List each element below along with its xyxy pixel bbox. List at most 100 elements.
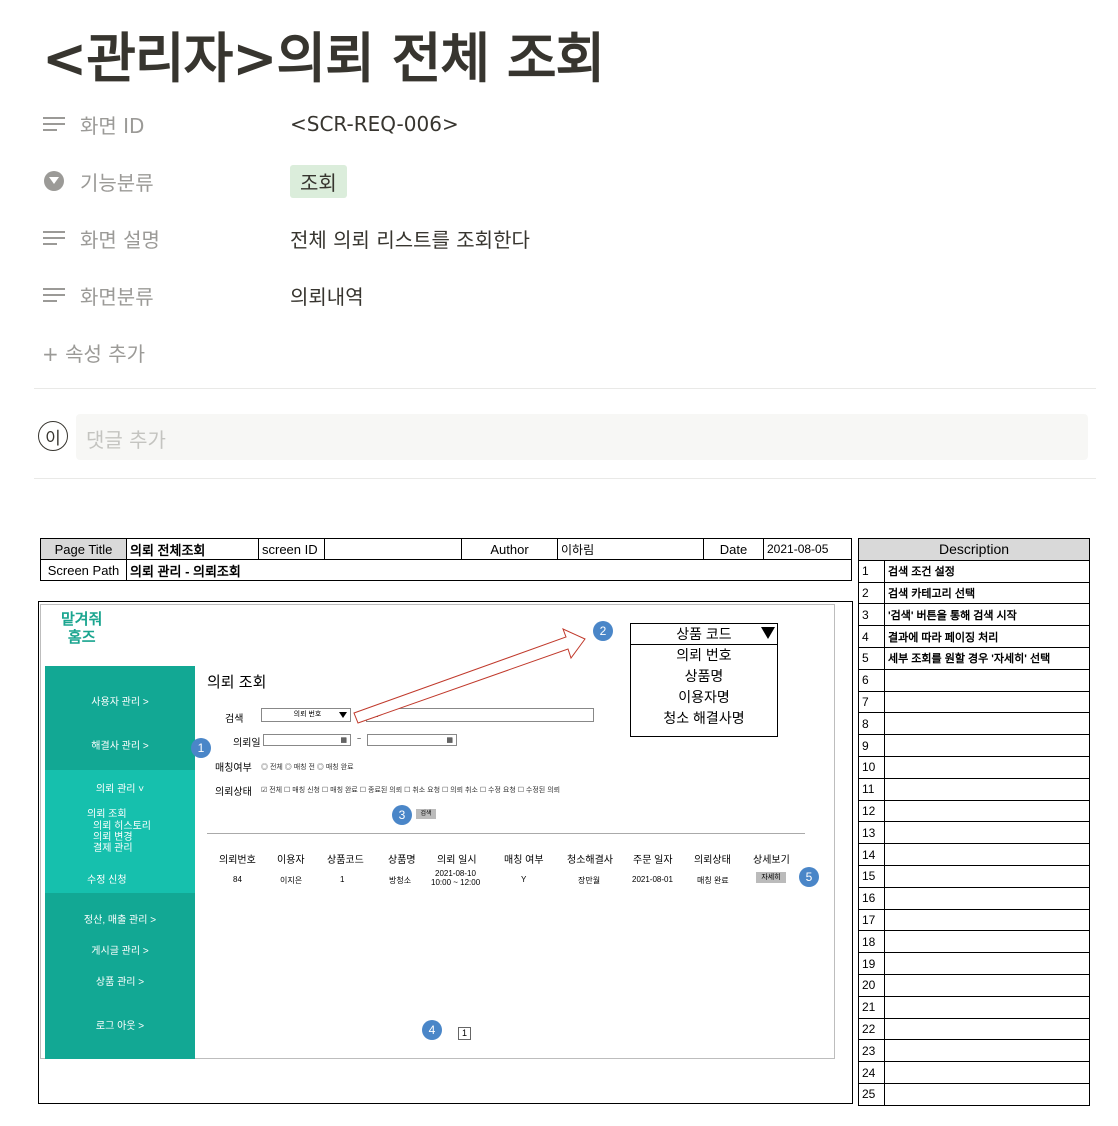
screen-path-label: Screen Path bbox=[40, 559, 127, 581]
search-category-select[interactable]: 의뢰 번호 bbox=[261, 708, 351, 722]
description-row: 25 bbox=[858, 1082, 1090, 1106]
description-text bbox=[884, 690, 1090, 714]
dropdown-option[interactable]: 의뢰 번호 bbox=[631, 645, 777, 666]
column-header: 이용자 bbox=[277, 855, 305, 866]
description-text bbox=[884, 995, 1090, 1019]
add-property-button[interactable]: + 속성 추가 bbox=[42, 334, 145, 370]
screen-id-value bbox=[324, 538, 462, 560]
column-header: 의뢰 일시 bbox=[437, 855, 477, 866]
description-text bbox=[884, 668, 1090, 692]
comment-input[interactable] bbox=[76, 414, 1088, 460]
description-row: 19 bbox=[858, 952, 1090, 975]
description-row: 7 bbox=[858, 690, 1090, 714]
description-text bbox=[884, 973, 1090, 997]
date-end-field[interactable]: ▦ bbox=[367, 734, 457, 746]
dropdown-option[interactable]: 청소 해결사명 bbox=[631, 708, 777, 729]
sidebar-subitem-modify[interactable]: 수정 신청 bbox=[87, 871, 127, 886]
description-row: 2 검색 카테고리 선택 bbox=[858, 581, 1090, 605]
description-number: 4 bbox=[858, 625, 885, 648]
category-dropdown[interactable]: 상품 코드 bbox=[630, 623, 778, 645]
section-title: 의뢰 조회 bbox=[207, 674, 267, 691]
status-checkbox-group[interactable]: ☑ 전체 ☐ 매칭 신청 ☐ 매칭 완료 ☐ 종료된 의뢰 ☐ 취소 요청 ☐ … bbox=[261, 785, 560, 795]
column-header: 의뢰번호 bbox=[219, 855, 256, 866]
sidebar-item-board[interactable]: 게시글 관리 > bbox=[45, 942, 195, 957]
sidebar-item-request-mgmt[interactable]: 의뢰 관리 ˅ bbox=[45, 780, 195, 795]
description-text bbox=[884, 1017, 1090, 1041]
description-text: 검색 조건 설정 bbox=[884, 559, 1090, 583]
select-tag[interactable]: 조회 bbox=[290, 164, 347, 198]
annotation-badge: 5 bbox=[799, 867, 819, 887]
dropdown-option[interactable]: 이용자명 bbox=[631, 687, 777, 708]
description-number: 13 bbox=[858, 821, 885, 845]
description-row: 22 bbox=[858, 1017, 1090, 1041]
chevron-down-icon bbox=[339, 712, 347, 718]
author-label: Author bbox=[461, 538, 558, 560]
author-value: 이하림 bbox=[557, 538, 704, 560]
cell-product-code: 1 bbox=[340, 875, 345, 884]
property-value[interactable]: <SCR-REQ-006> bbox=[290, 112, 459, 136]
date-label: 의뢰일 bbox=[233, 738, 261, 749]
property-value[interactable]: 의뢰내역 bbox=[290, 281, 364, 310]
match-label: 매칭여부 bbox=[215, 763, 252, 774]
sidebar-subitem-payment[interactable]: 결제 관리 bbox=[93, 843, 133, 854]
description-number: 8 bbox=[858, 712, 885, 736]
description-text bbox=[884, 1061, 1090, 1084]
page-title: <관리자>의뢰 전체 조회 bbox=[42, 27, 605, 90]
description-row: 16 bbox=[858, 886, 1090, 910]
cell-request-no: 84 bbox=[233, 875, 242, 884]
description-text: 결과에 따라 페이징 처리 bbox=[884, 625, 1090, 648]
description-text bbox=[884, 908, 1090, 932]
pagination-page[interactable]: 1 bbox=[458, 1027, 471, 1040]
sidebar-item-product[interactable]: 상품 관리 > bbox=[45, 973, 195, 988]
category-dropdown-list: 의뢰 번호 상품명 이용자명 청소 해결사명 bbox=[630, 645, 778, 737]
description-row: 21 bbox=[858, 995, 1090, 1019]
description-number: 24 bbox=[858, 1061, 885, 1084]
description-row: 4 결과에 따라 페이징 처리 bbox=[858, 625, 1090, 648]
property-screen-description[interactable]: 화면 설명 전체 의뢰 리스트를 조회한다 bbox=[42, 220, 530, 256]
dropdown-option[interactable]: 상품명 bbox=[631, 666, 777, 687]
description-number: 18 bbox=[858, 930, 885, 954]
description-row: 20 bbox=[858, 973, 1090, 997]
description-number: 2 bbox=[858, 581, 885, 605]
description-row: 8 bbox=[858, 712, 1090, 736]
sidebar-item-settlement[interactable]: 정산, 매출 관리 > bbox=[45, 911, 195, 926]
description-row: 23 bbox=[858, 1039, 1090, 1063]
storyboard-header-table: Page Title 의뢰 전체조회 screen ID Author 이하림 … bbox=[40, 538, 852, 581]
property-value[interactable]: 전체 의뢰 리스트를 조회한다 bbox=[290, 224, 530, 253]
annotation-badge: 4 bbox=[422, 1020, 442, 1040]
description-number: 9 bbox=[858, 734, 885, 757]
property-screen-category[interactable]: 화면분류 의뢰내역 bbox=[42, 277, 364, 313]
status-label: 의뢰상태 bbox=[215, 787, 252, 798]
description-number: 12 bbox=[858, 799, 885, 823]
sidebar-item-solver-mgmt[interactable]: 해결사 관리 > bbox=[45, 737, 195, 752]
calendar-icon: ▦ bbox=[446, 737, 453, 744]
description-number: 3 bbox=[858, 603, 885, 627]
detail-button[interactable]: 자세히 bbox=[756, 872, 786, 883]
sidebar-subitem-history[interactable]: 의뢰 히스토리 bbox=[93, 821, 151, 832]
date-start-field[interactable]: ▦ bbox=[263, 734, 351, 746]
search-button[interactable]: 검색 bbox=[416, 809, 436, 819]
property-function-category[interactable]: 기능분류 조회 bbox=[42, 163, 347, 199]
annotation-badge: 1 bbox=[191, 738, 211, 758]
description-number: 20 bbox=[858, 973, 885, 997]
sidebar-item-user-mgmt[interactable]: 사용자 관리 > bbox=[45, 693, 195, 708]
divider bbox=[34, 388, 1096, 389]
description-text bbox=[884, 864, 1090, 888]
description-text: 세부 조회를 원할 경우 '자세히' 선택 bbox=[884, 646, 1090, 670]
description-row: 15 bbox=[858, 864, 1090, 888]
description-row: 3 '검색' 버튼을 통해 검색 시작 bbox=[858, 603, 1090, 627]
sidebar-item-logout[interactable]: 로그 아웃 > bbox=[45, 1017, 195, 1032]
screen-path-value: 의뢰 관리 - 의뢰조회 bbox=[126, 559, 852, 581]
sidebar-subitem-change[interactable]: 의뢰 변경 bbox=[93, 832, 133, 843]
chevron-down-icon bbox=[761, 627, 775, 639]
sidebar-subitem-request-view[interactable]: 의뢰 조회 bbox=[87, 805, 127, 820]
description-number: 6 bbox=[858, 668, 885, 692]
property-screen-id[interactable]: 화면 ID <SCR-REQ-006> bbox=[42, 106, 459, 142]
description-text bbox=[884, 886, 1090, 910]
date-value: 2021-08-05 bbox=[763, 538, 852, 560]
description-row: 10 bbox=[858, 755, 1090, 779]
description-number: 23 bbox=[858, 1039, 885, 1063]
match-radio-group[interactable]: ◎ 전체 ◎ 매칭 전 ◎ 매칭 완료 bbox=[261, 762, 354, 772]
column-header: 의뢰상태 bbox=[694, 855, 731, 866]
column-header: 주문 일자 bbox=[633, 855, 673, 866]
